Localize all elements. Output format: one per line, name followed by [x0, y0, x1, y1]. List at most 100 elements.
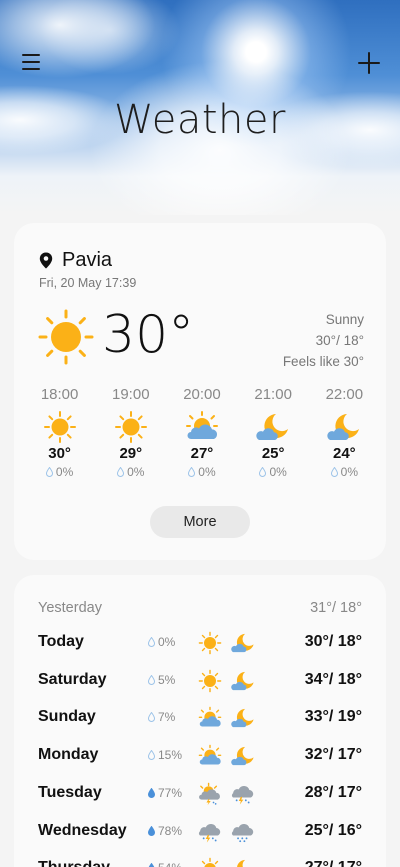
- day-temperatures: 25°/ 16°: [304, 821, 362, 839]
- precipitation-drop-icon: [148, 787, 155, 798]
- day-precipitation-value: 78%: [158, 823, 183, 838]
- day-precipitation-value: 5%: [158, 672, 176, 687]
- daily-row[interactable]: Today 0% 30°/ 18°: [38, 631, 362, 655]
- precipitation-drop-icon: [188, 467, 196, 477]
- hour-precipitation: 0%: [238, 465, 309, 479]
- sun-icon: [198, 631, 222, 655]
- hour-precipitation-value: 0%: [127, 465, 145, 479]
- current-temperature: 30°: [102, 305, 195, 365]
- precipitation-drop-icon: [148, 750, 155, 761]
- day-precipitation: 77%: [148, 786, 182, 800]
- precipitation-drop-icon: [148, 637, 155, 647]
- day-precipitation: 7%: [148, 710, 175, 724]
- day-name: Tuesday: [38, 783, 102, 801]
- hour-time: 20:00: [183, 386, 221, 403]
- day-name: Thursday: [38, 859, 110, 867]
- precipitation-drop-icon: [259, 467, 267, 477]
- location-pin-icon: [39, 252, 53, 269]
- day-name: Wednesday: [38, 821, 127, 839]
- day-temperatures: 30°/ 18°: [304, 633, 362, 650]
- hour-precipitation-value: 0%: [340, 465, 359, 479]
- day-temperatures: 32°/ 17°: [304, 746, 362, 764]
- day-temperatures: 28°/ 17°: [304, 783, 362, 801]
- precipitation-drop-icon: [117, 467, 125, 477]
- thunder-rain-icon: [231, 782, 255, 806]
- hourly-item: 21:00 25° 0%: [238, 386, 309, 479]
- hour-time: 18:00: [40, 386, 79, 403]
- location-row: Pavia: [39, 249, 112, 272]
- day-precipitation: 15%: [148, 748, 182, 762]
- moon-cloud-icon: [327, 410, 361, 440]
- day-name: Sunday: [38, 708, 96, 726]
- sun-icon: [198, 857, 222, 867]
- sun-icon: [198, 669, 222, 693]
- hour-precipitation-value: 0%: [269, 465, 287, 479]
- location-name: Pavia: [62, 249, 113, 271]
- partly-cloudy-icon: [198, 706, 222, 730]
- day-name: Saturday: [38, 670, 107, 688]
- current-weather-card[interactable]: Pavia Fri, 20 May 17:39 30° Sunny 30°/ 1…: [14, 223, 386, 560]
- day-precipitation-value: 0%: [158, 635, 176, 649]
- condition-text: Sunny: [325, 312, 364, 327]
- daily-row[interactable]: Thursday 54% 27°/ 17°: [38, 857, 362, 867]
- precipitation-drop-icon: [330, 467, 338, 477]
- high-low-text: 30°/ 18°: [315, 333, 364, 348]
- day-precipitation: 54%: [148, 861, 182, 867]
- moon-cloud-icon: [231, 857, 255, 867]
- sun-icon: [38, 309, 94, 365]
- daily-row[interactable]: Saturday 5% 34°/ 18°: [38, 669, 362, 693]
- day-precipitation-value: 54%: [158, 861, 182, 867]
- moon-cloud-icon: [231, 706, 255, 730]
- daily-row[interactable]: Sunday 7% 33°/ 19°: [38, 706, 362, 730]
- hour-temperature: 30°: [48, 445, 71, 462]
- day-temperatures: 33°/ 19°: [304, 708, 362, 726]
- condition-summary: Sunny 30°/ 18° Feels like 30°: [283, 309, 364, 372]
- more-button[interactable]: More: [150, 506, 250, 538]
- precipitation-drop-icon: [148, 825, 155, 836]
- day-precipitation-value: 15%: [158, 748, 183, 763]
- hour-temperature: 24°: [333, 445, 356, 462]
- hourly-forecast[interactable]: 18:00 30° 0% 19:00 29° 0% 20:00 27° 0% 2…: [24, 386, 380, 479]
- day-precipitation: 5%: [148, 673, 175, 687]
- hourly-item: 19:00 29° 0%: [95, 386, 166, 479]
- daily-row[interactable]: Wednesday 78% 25°/ 16°: [38, 820, 362, 844]
- hour-precipitation: 0%: [95, 465, 166, 479]
- hour-temperature: 25°: [261, 445, 285, 462]
- day-precipitation: 0%: [148, 635, 175, 649]
- app-title: Weather: [114, 97, 286, 143]
- moon-cloud-icon: [231, 669, 255, 693]
- hour-precipitation: 0%: [309, 465, 380, 479]
- daily-row[interactable]: Tuesday 77% 28°/ 17°: [38, 782, 362, 806]
- hour-precipitation-value: 0%: [198, 465, 216, 479]
- sun-icon: [114, 410, 148, 443]
- add-location-icon[interactable]: [358, 52, 380, 74]
- day-name: Today: [38, 633, 84, 650]
- thunder-sun-icon: [198, 782, 222, 806]
- precipitation-drop-icon: [148, 863, 155, 867]
- daily-row[interactable]: Monday 15% 32°/ 17°: [38, 744, 362, 768]
- precipitation-drop-icon: [45, 467, 53, 477]
- daily-forecast-card[interactable]: Yesterday 31°/ 18° Today 0% 30°/ 18° Sat…: [14, 575, 386, 867]
- thunder-rain-icon: [198, 820, 222, 844]
- day-temperatures: 27°/ 17°: [305, 859, 362, 867]
- rain-cloud-icon: [231, 820, 255, 844]
- hour-precipitation: 0%: [24, 465, 95, 479]
- feels-like-text: Feels like 30°: [282, 354, 364, 369]
- day-name: Monday: [38, 746, 99, 764]
- day-precipitation-value: 7%: [158, 710, 176, 725]
- partly-cloudy-icon: [198, 744, 222, 768]
- hour-precipitation-value: 0%: [55, 465, 74, 479]
- hour-temperature: 29°: [119, 445, 143, 462]
- menu-icon[interactable]: [22, 54, 40, 70]
- current-datetime: Fri, 20 May 17:39: [39, 276, 137, 290]
- day-temperatures: 34°/ 18°: [304, 670, 362, 688]
- hourly-item: 22:00 24° 0%: [309, 386, 380, 479]
- day-precipitation: 78%: [148, 824, 182, 838]
- hourly-item: 18:00 30° 0%: [24, 386, 95, 479]
- yesterday-temps: 31°/ 18°: [310, 600, 362, 616]
- moon-cloud-icon: [231, 631, 255, 655]
- yesterday-label: Yesterday: [38, 600, 102, 616]
- moon-cloud-icon: [256, 410, 290, 440]
- hour-precipitation: 0%: [166, 465, 237, 479]
- partly-cloudy-icon: [185, 410, 219, 440]
